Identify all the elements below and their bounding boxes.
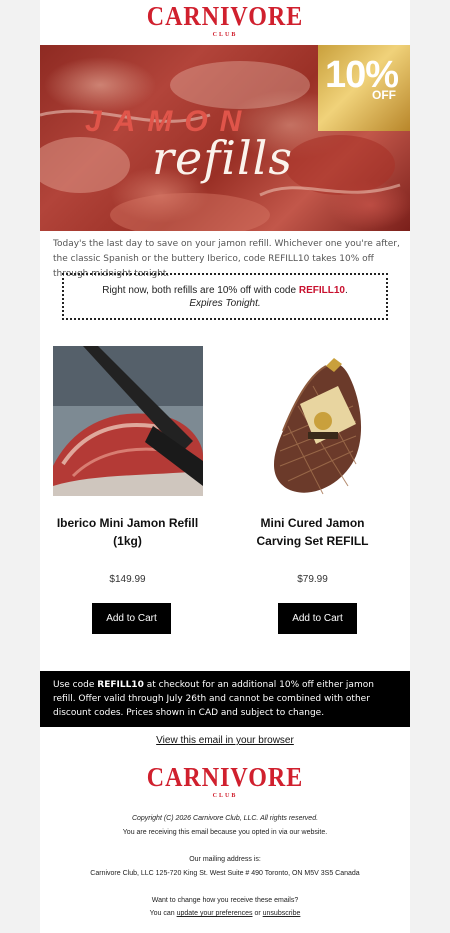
mailing-address: Carnivore Club, LLC 125-720 King St. Wes… [90, 870, 360, 877]
logo-wordmark: CARNIVORE [146, 763, 304, 793]
iberico-jamon-photo[interactable] [52, 346, 203, 496]
add-to-cart-button[interactable]: Add to Cart [278, 603, 357, 634]
product-price: $79.99 [297, 574, 328, 585]
promo-expiry: Expires Tonight. [189, 298, 261, 309]
jamon-leg-art [273, 358, 361, 495]
update-preferences-link[interactable]: update your preferences [177, 910, 253, 917]
logo-wordmark: CARNIVORE [146, 2, 304, 32]
add-to-cart-button[interactable]: Add to Cart [92, 603, 171, 634]
logo-tagline: CLUB [212, 32, 238, 38]
checkout-note-code: REFILL10 [97, 680, 144, 690]
copyright-text: Copyright (C) 2026 Carnivore Club, LLC. … [131, 815, 319, 822]
checkout-note-prefix: Use code [53, 680, 95, 690]
badge-off-label: OFF [372, 88, 396, 102]
product-name[interactable]: Iberico Mini Jamon Refill (1kg) [40, 514, 215, 550]
logo-tagline: CLUB [212, 793, 238, 799]
promo-code: REFILL10 [298, 285, 345, 296]
promo-line: Right now, both refills are 10% off with… [64, 285, 386, 296]
mailing-heading: Our mailing address is: [189, 856, 261, 863]
footer-logo[interactable]: CARNIVORE CLUB [40, 763, 410, 800]
discount-badge: 10% OFF [318, 45, 410, 131]
unsubscribe-link[interactable]: unsubscribe [263, 910, 301, 917]
or-text: or [254, 910, 261, 917]
product-price: $149.99 [109, 574, 146, 585]
hero-banner[interactable]: JAMON refills 10% OFF [40, 45, 410, 231]
product-card: Iberico Mini Jamon Refill (1kg) $149.99 … [40, 346, 215, 634]
checkout-note-banner: Use code REFILL10 at checkout for an add… [40, 671, 410, 727]
preferences-line: You can update your preferences or unsub… [40, 910, 410, 917]
jamon-image-art [52, 346, 203, 496]
email-body: CARNIVORE CLUB JAMON refills 10% OFF Tod… [40, 0, 410, 933]
change-question: Want to change how you receive these ema… [151, 897, 299, 904]
optin-text: You are receiving this email because you… [122, 829, 328, 836]
cured-jamon-leg-photo[interactable] [237, 346, 388, 496]
can-prefix: You can [149, 910, 175, 917]
promo-suffix: . [344, 285, 348, 296]
header-logo[interactable]: CARNIVORE CLUB [40, 2, 410, 39]
hero-title-refills: refills [152, 131, 293, 185]
promo-box: Right now, both refills are 10% off with… [62, 273, 388, 320]
view-in-browser-link[interactable]: View this email in your browser [40, 735, 410, 746]
product-card: Mini Cured Jamon Carving Set REFILL $79.… [225, 346, 400, 634]
promo-prefix: Right now, both refills are 10% off with… [102, 285, 297, 296]
product-name[interactable]: Mini Cured Jamon Carving Set REFILL [225, 514, 400, 550]
